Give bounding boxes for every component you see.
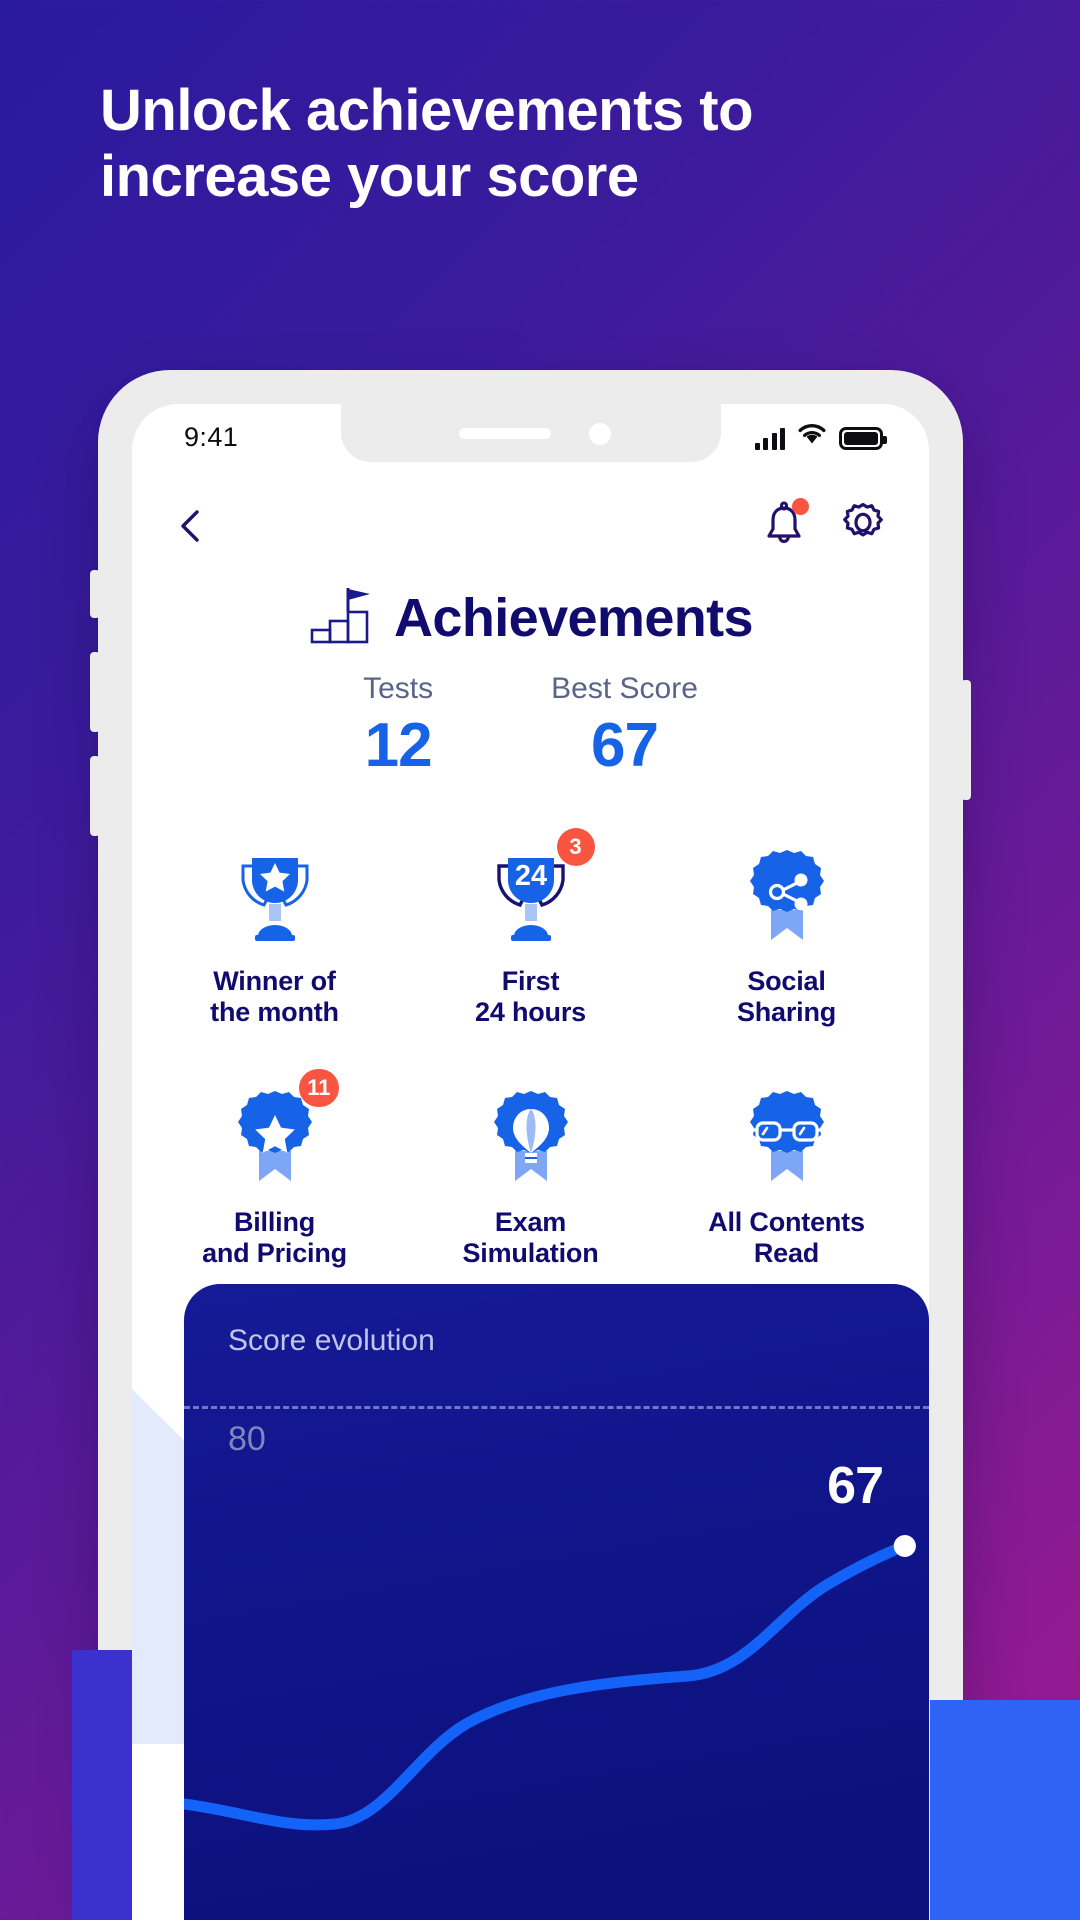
stat-best-score: Best Score 67	[551, 672, 698, 781]
chart-end-point	[893, 1535, 916, 1557]
stat-value: 67	[591, 711, 659, 780]
settings-button[interactable]	[837, 496, 889, 553]
notifications-button[interactable]	[761, 497, 809, 551]
achievement-label: Exam Simulation	[462, 1206, 599, 1268]
status-bar-icons	[754, 422, 887, 450]
decor-band-right	[930, 1700, 1080, 1920]
stats-row: Tests 12 Best Score 67	[132, 672, 929, 781]
app-navbar	[132, 482, 929, 572]
phone-volume-down-button[interactable]	[90, 756, 100, 836]
rosette-share-icon	[727, 832, 847, 952]
page-title: Achievements	[394, 587, 754, 648]
achievements-grid: Winner of the month 24 3 First 24 hours …	[132, 828, 929, 1313]
achievement-label: Billing and Pricing	[202, 1206, 347, 1268]
back-button[interactable]	[170, 504, 214, 548]
stat-tests: Tests 12	[363, 672, 433, 781]
signal-bars-icon	[754, 428, 785, 450]
status-bar-clock: 9:41	[184, 422, 239, 452]
achievement-exam-simulation[interactable]: Exam Simulation	[416, 1073, 646, 1270]
score-evolution-card: Score evolution 80 67	[184, 1284, 929, 1920]
stat-label: Best Score	[551, 672, 698, 705]
achievement-social-sharing[interactable]: Social Sharing	[672, 832, 902, 1029]
chart-line	[184, 1540, 911, 1831]
phone-screen: 9:41 Achievements Tests 12 Best Score 67…	[132, 404, 929, 1920]
trophy-inner-text: 24	[514, 860, 546, 892]
navbar-actions	[761, 496, 889, 553]
phone-mockup: 9:41 Achievements Tests 12 Best Score 67…	[90, 370, 971, 1920]
phone-notch	[340, 404, 721, 462]
rosette-glasses-icon	[727, 1073, 847, 1193]
decor-band-left	[72, 1650, 132, 1920]
chart-plot	[184, 1535, 916, 1831]
promo-headline: Unlock achievements to increase your sco…	[100, 78, 754, 210]
achievements-row: Winner of the month 24 3 First 24 hours …	[132, 828, 929, 1029]
page-title-row: Achievements	[132, 584, 929, 651]
stat-value: 12	[364, 711, 433, 780]
earpiece-speaker	[458, 428, 551, 439]
achievement-label: Winner of the month	[210, 966, 339, 1028]
battery-full-icon	[839, 427, 887, 450]
achievement-label: All Contents Read	[708, 1206, 865, 1268]
phone-volume-up-button[interactable]	[90, 652, 100, 732]
chart-end-value: 67	[827, 1457, 884, 1515]
achievement-first-24-hours[interactable]: 24 3 First 24 hours	[416, 828, 646, 1029]
trophy-24-icon: 24 3	[471, 828, 595, 952]
stat-label: Tests	[363, 672, 434, 705]
wifi-icon	[797, 422, 827, 450]
phone-power-button[interactable]	[961, 680, 971, 800]
achievement-label: Social Sharing	[736, 966, 837, 1028]
achievement-count-badge: 3	[556, 828, 595, 866]
rosette-star-icon: 11	[215, 1068, 339, 1193]
rosette-balloon-icon	[471, 1073, 591, 1193]
achievement-count-badge: 11	[299, 1068, 339, 1107]
achievement-winner-of-the-month[interactable]: Winner of the month	[160, 832, 390, 1029]
achievements-row: 11 Billing and Pricing Exam Simulation A…	[132, 1068, 929, 1270]
notification-dot	[792, 497, 809, 515]
front-camera	[588, 423, 611, 445]
achievement-all-contents-read[interactable]: All Contents Read	[672, 1073, 902, 1270]
achievement-label: First 24 hours	[475, 966, 586, 1028]
phone-mute-button[interactable]	[90, 570, 100, 618]
status-bar: 9:41	[132, 404, 929, 474]
trophy-star-icon	[215, 832, 335, 952]
podium-flag-icon	[308, 584, 376, 651]
achievement-billing-and-pricing[interactable]: 11 Billing and Pricing	[160, 1068, 390, 1270]
